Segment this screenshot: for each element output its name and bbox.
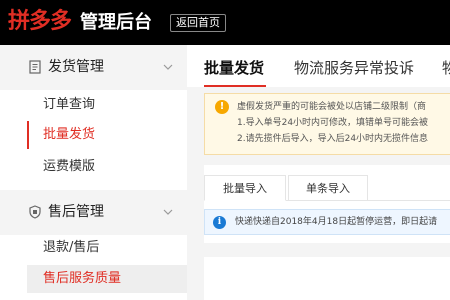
sidebar-item-refunds[interactable]: 退款/售后 [27, 234, 187, 262]
sidebar-group-after-sales[interactable]: 售后管理 [0, 190, 187, 235]
subtab-single-import[interactable]: 单条导入 [288, 175, 368, 201]
sidebar-group-label: 售后管理 [48, 204, 104, 220]
warning-notice: ! 虚假发货严重的可能会被处以店铺二级限制（商 1.导入单号24小时内可修改，填… [204, 93, 450, 155]
admin-title: 管理后台 [80, 12, 152, 33]
tab-logistics-complaints[interactable]: 物流服务异常投诉 [294, 58, 414, 78]
warning-line: 2.请先揽件后导入，导入后24小时内无揽件信息 [237, 134, 429, 144]
info-notice: i 快递快递自2018年4月18日起暂停运营，即日起请 [204, 209, 450, 235]
section-divider [204, 243, 450, 257]
active-tab-indicator [204, 85, 266, 87]
sidebar-item-after-sales-quality[interactable]: 售后服务质量 [27, 265, 187, 293]
info-icon: i [213, 216, 226, 229]
sidebar-group-label: 发货管理 [48, 59, 104, 75]
back-home-button[interactable]: 返回首页 [170, 14, 226, 32]
tab-bulk-shipping[interactable]: 批量发货 [204, 58, 264, 78]
top-header: 拼多多 管理后台 返回首页 [0, 0, 450, 45]
chevron-down-icon [163, 209, 173, 215]
chevron-down-icon [163, 64, 173, 70]
warning-line: 虚假发货严重的可能会被处以店铺二级限制（商 [237, 102, 427, 112]
sidebar-item-bulk-shipping[interactable]: 批量发货 [27, 121, 187, 149]
brand-logo[interactable]: 拼多多 [8, 8, 72, 36]
info-text: 快递快递自2018年4月18日起暂停运营，即日起请 [235, 217, 438, 227]
import-panel: 批量导入 单条导入 i 快递快递自2018年4月18日起暂停运营，即日起请 [204, 165, 450, 300]
sidebar-item-freight-template[interactable]: 运费模版 [27, 153, 187, 181]
tab-bar: 批量发货 物流服务异常投诉 物 [187, 45, 450, 87]
subtab-bulk-import[interactable]: 批量导入 [204, 175, 286, 201]
tab-more[interactable]: 物 [442, 58, 450, 78]
main-content: 批量发货 物流服务异常投诉 物 ! 虚假发货严重的可能会被处以店铺二级限制（商 … [187, 45, 450, 300]
sidebar-item-order-query[interactable]: 订单查询 [27, 91, 187, 119]
shield-icon [29, 205, 41, 219]
warning-line: 1.导入单号24小时内可修改，填错单号可能会被 [237, 118, 429, 128]
warning-icon: ! [215, 100, 229, 114]
sidebar: 发货管理 订单查询 批量发货 运费模版 售后管理 退款/售后 售后服务质量 [0, 45, 187, 300]
document-icon [29, 60, 41, 74]
sidebar-group-shipping[interactable]: 发货管理 [0, 45, 187, 90]
